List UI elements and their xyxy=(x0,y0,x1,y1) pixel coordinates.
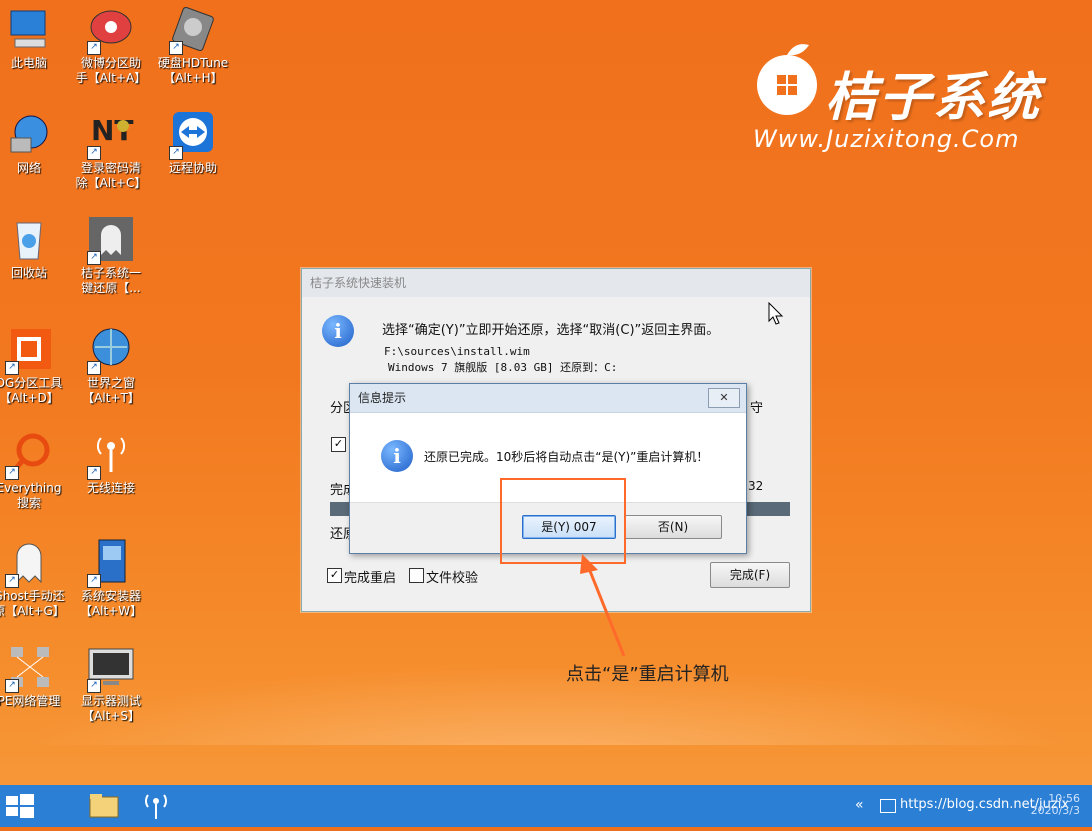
shortcut-arrow-icon: ↗ xyxy=(87,361,101,375)
shortcut-arrow-icon: ↗ xyxy=(87,41,101,55)
right-label: 守 xyxy=(750,401,764,416)
restart-checkbox[interactable]: ✓ xyxy=(327,568,342,583)
orange-logo-icon xyxy=(757,44,817,115)
desktop-icon-hdtune[interactable]: ↗ 硬盘HDTune 【Alt+H】 xyxy=(154,5,232,86)
recycle-bin-icon xyxy=(5,215,53,263)
everything-search-icon: ↗ xyxy=(5,430,53,480)
desktop-icon-label: 系统安装器 【Alt+W】 xyxy=(79,589,143,618)
verify-checkbox[interactable] xyxy=(409,568,424,583)
taskbar-file-manager[interactable] xyxy=(84,785,124,827)
option-checkbox[interactable]: ✓ xyxy=(331,437,346,452)
desktop-icon-label: Ghost手动还 原【Alt+G】 xyxy=(0,589,65,618)
shortcut-arrow-icon: ↗ xyxy=(87,679,101,693)
desktop-icon-label: 无线连接 xyxy=(86,481,135,495)
taskbar-wireless[interactable] xyxy=(136,785,176,827)
shortcut-arrow-icon: ↗ xyxy=(87,574,101,588)
taskbar: « https://blog.csdn.net/juzix 10:56 2020… xyxy=(0,785,1092,827)
image-file-path: F:\sources\install.wim xyxy=(384,345,530,358)
teamviewer-icon: ↗ xyxy=(169,110,217,160)
network-globe-icon xyxy=(5,110,53,158)
folder-icon xyxy=(89,794,119,818)
desktop-icon-label: 回收站 xyxy=(10,266,47,280)
desktop-icon-label: 桔子系统一 键还原【... xyxy=(80,266,141,295)
desktop-icon-label: 远程协助 xyxy=(168,161,217,175)
restart-checkbox-label: 完成重启 xyxy=(344,571,397,586)
shortcut-arrow-icon: ↗ xyxy=(87,146,101,160)
desktop-wave xyxy=(0,665,1092,745)
taskbar-clock[interactable]: 10:56 2020/3/3 xyxy=(1031,793,1080,817)
clock-date: 2020/3/3 xyxy=(1030,804,1080,817)
no-button[interactable]: 否(N) xyxy=(624,515,722,539)
desktop-icon-label: 此电脑 xyxy=(10,56,47,70)
dialog-close-button[interactable]: ✕ xyxy=(708,388,740,408)
desktop-icon-label: 微博分区助 手【Alt+A】 xyxy=(75,56,147,85)
desktop-icon-pe-network[interactable]: ↗ PE网络管理 xyxy=(0,643,68,709)
diskgenius-icon: ↗ xyxy=(5,325,53,375)
monitor-test-icon: ↗ xyxy=(87,643,135,693)
desktop-icon-label: 世界之窗 【Alt+T】 xyxy=(82,376,140,405)
brand-logo: 桔子系统 Www.Juzixitong.Com xyxy=(735,35,1065,160)
desktop-icon-label: PE网络管理 xyxy=(0,694,61,708)
mouse-cursor-icon xyxy=(768,302,784,325)
desktop-icon-everything[interactable]: ↗ Everything 搜索 xyxy=(0,430,68,511)
browser-globe-icon: ↗ xyxy=(87,325,135,375)
annotation-text: 点击“是”重启计算机 xyxy=(566,664,729,685)
shortcut-arrow-icon: ↗ xyxy=(5,679,19,693)
finish-button[interactable]: 完成(F) xyxy=(710,562,790,588)
desktop-icon-wireless[interactable]: ↗ 无线连接 xyxy=(72,430,150,496)
dialog-message: 还原已完成。10秒后将自动点击“是(Y)”重启计算机！ xyxy=(424,450,709,464)
computer-icon xyxy=(5,5,53,53)
restore-prompt: 选择“确定(Y)”立即开始还原，选择“取消(C)”返回主界面。 xyxy=(382,323,720,338)
image-info: Windows 7 旗舰版 [8.03 GB] 还原到：C: xyxy=(388,361,618,374)
tray-expand-icon[interactable]: « xyxy=(855,797,864,813)
start-button[interactable] xyxy=(0,785,40,827)
window-title: 桔子系统快速装机 xyxy=(302,269,810,297)
shortcut-arrow-icon: ↗ xyxy=(5,466,19,480)
shortcut-arrow-icon: ↗ xyxy=(169,41,183,55)
harddisk-icon: ↗ xyxy=(169,5,217,55)
network-manager-icon: ↗ xyxy=(5,643,53,693)
info-icon: i xyxy=(322,315,354,347)
wireless-icon: ↗ xyxy=(87,430,135,480)
progress-number: 32 xyxy=(748,479,764,493)
shortcut-arrow-icon: ↗ xyxy=(5,574,19,588)
desktop-icon-ghost[interactable]: ↗ Ghost手动还 原【Alt+G】 xyxy=(0,538,68,619)
desktop-icon-computer[interactable]: 此电脑 xyxy=(0,5,68,71)
shortcut-arrow-icon: ↗ xyxy=(87,251,101,265)
windows-logo-icon xyxy=(6,794,34,818)
desktop-icon-remote-assist[interactable]: ↗ 远程协助 xyxy=(154,110,232,176)
desktop-icon-password-clear[interactable]: NT ↗ 登录密码清 除【Alt+C】 xyxy=(72,110,150,191)
ghost-icon: ↗ xyxy=(5,538,53,588)
desktop-icon-browser[interactable]: ↗ 世界之窗 【Alt+T】 xyxy=(72,325,150,406)
desktop-icon-label: Everything 搜索 xyxy=(0,481,62,510)
desktop-icon-label: 硬盘HDTune 【Alt+H】 xyxy=(157,56,229,85)
shortcut-arrow-icon: ↗ xyxy=(5,361,19,375)
logo-title: 桔子系统 xyxy=(825,68,1042,128)
verify-checkbox-label: 文件校验 xyxy=(426,571,479,586)
desktop-icon-network[interactable]: 网络 xyxy=(0,110,68,176)
shortcut-arrow-icon: ↗ xyxy=(87,466,101,480)
ghost-restore-icon: ↗ xyxy=(87,215,135,265)
password-key-icon: NT ↗ xyxy=(87,110,135,160)
svg-text:NT: NT xyxy=(91,114,134,147)
desktop-icon-recycle[interactable]: 回收站 xyxy=(0,215,68,281)
desktop-icon-label: 显示器测试 【Alt+S】 xyxy=(80,694,141,723)
installer-icon: ↗ xyxy=(87,538,135,588)
info-icon: i xyxy=(381,440,413,472)
annotation-arrow-icon xyxy=(580,554,626,657)
desktop-icon-onekey-restore[interactable]: ↗ 桔子系统一 键还原【... xyxy=(72,215,150,296)
desktop-icon-diskgenius[interactable]: ↗ DG分区工具 【Alt+D】 xyxy=(0,325,68,406)
shortcut-arrow-icon: ↗ xyxy=(169,146,183,160)
logo-url: Www.Juzixitong.Com xyxy=(753,125,1020,153)
desktop-icon-installer[interactable]: ↗ 系统安装器 【Alt+W】 xyxy=(72,538,150,619)
desktop-icon-label: 登录密码清 除【Alt+C】 xyxy=(75,161,147,190)
desktop-icon-label: DG分区工具 【Alt+D】 xyxy=(0,376,63,405)
wireless-icon xyxy=(145,794,167,819)
desktop-icon-partition-helper[interactable]: ↗ 微博分区助 手【Alt+A】 xyxy=(72,5,150,86)
dialog-title: 信息提示 xyxy=(350,384,746,413)
desktop-icon-label: 网络 xyxy=(16,161,41,175)
network-tray-icon[interactable] xyxy=(880,799,896,813)
partition-icon: ↗ xyxy=(87,5,135,55)
desktop-icon-monitor-test[interactable]: ↗ 显示器测试 【Alt+S】 xyxy=(72,643,150,724)
